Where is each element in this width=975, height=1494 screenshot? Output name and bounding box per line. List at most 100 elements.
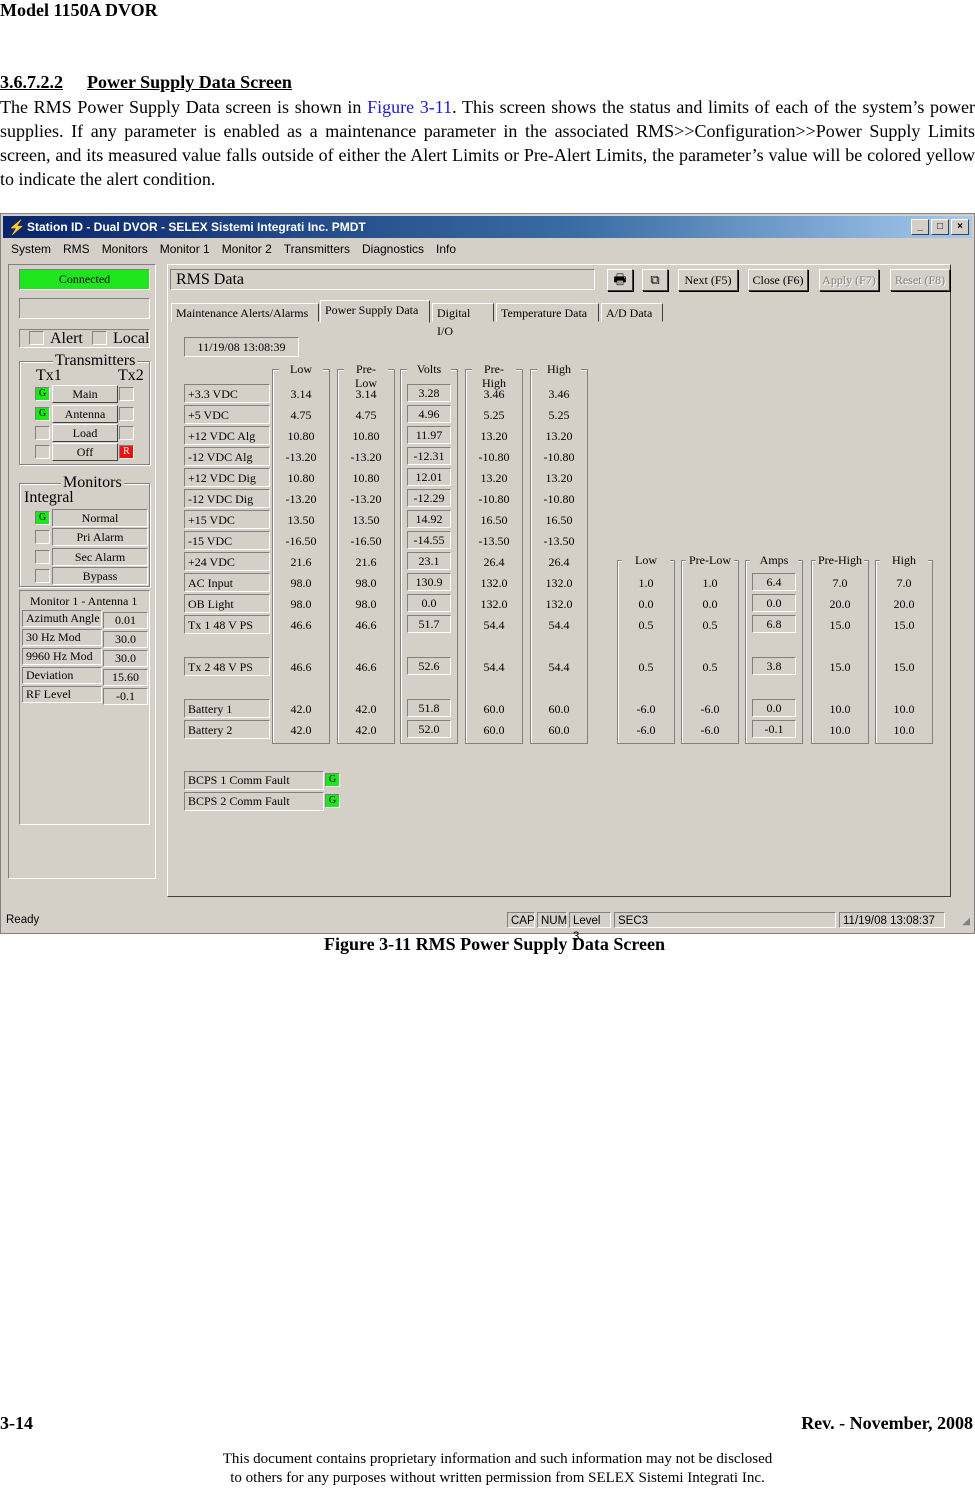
supply-row-label: +15 VDC [184, 510, 270, 529]
monitor-indicator [35, 530, 50, 544]
window-title: Station ID - Dual DVOR - SELEX Sistemi I… [27, 220, 366, 234]
amps-limit: 10.0 [829, 702, 851, 716]
printer-icon: 🖶 [613, 273, 627, 288]
bcps-fault-indicator: G [325, 794, 340, 808]
monitor-param-label: 30 Hz Mod [22, 629, 102, 646]
measured-volts: 52.6 [407, 657, 451, 675]
minimize-button[interactable]: _ [911, 219, 929, 235]
reset-button[interactable]: Reset (F8) [890, 269, 950, 291]
volts-limit: 3.14 [290, 387, 312, 401]
volts-limit: 10.80 [287, 471, 315, 485]
volts-limit: 42.0 [290, 702, 312, 716]
amps-limit: -6.0 [700, 702, 720, 716]
volts-limit: 13.20 [480, 429, 508, 443]
tx-mode-button[interactable]: Off [52, 443, 118, 461]
supply-row-label: AC Input [184, 573, 270, 592]
menu-diagnostics[interactable]: Diagnostics [356, 240, 430, 258]
transmitters-title: Transmitters [53, 352, 138, 369]
maximize-button[interactable]: □ [931, 219, 949, 235]
measured-volts: -12.29 [407, 489, 451, 507]
volts-limit: 13.50 [287, 513, 315, 527]
volts-limit: 10.80 [352, 471, 380, 485]
amps-limit: 1.0 [638, 576, 654, 590]
tab-temperature-data[interactable]: Temperature Data [496, 303, 599, 322]
amps-column-header: Low [622, 553, 670, 567]
amps-limit: -6.0 [700, 723, 720, 737]
connection-status: Connected [19, 269, 150, 290]
volts-limit: 54.4 [483, 660, 505, 674]
status-cap: CAP [507, 912, 535, 928]
volts-limit: 46.6 [290, 618, 312, 632]
amps-limit: -6.0 [636, 702, 656, 716]
tx1-indicator: G [35, 407, 50, 421]
tx1-indicator: G [35, 387, 50, 401]
supply-row-label: OB Light [184, 594, 270, 613]
revision-date: Rev. - November, 2008 [801, 1413, 973, 1433]
resize-grip-icon[interactable]: ◢ [962, 916, 970, 927]
volts-limit: -13.50 [478, 534, 510, 548]
volts-limit: -16.50 [350, 534, 382, 548]
measured-volts: 23.1 [407, 552, 451, 570]
monitor-state-label: Normal [52, 509, 148, 527]
monitor-param-value: -0.1 [103, 688, 148, 705]
menu-info[interactable]: Info [430, 240, 462, 258]
tx-mode-button[interactable]: Antenna [52, 405, 118, 423]
bcps-fault-label: BCPS 1 Comm Fault [184, 771, 324, 790]
tab-ad-data[interactable]: A/D Data [601, 303, 663, 322]
measured-volts: 51.7 [407, 615, 451, 633]
measured-amps: 0.0 [752, 594, 796, 612]
amps-limit: -6.0 [636, 723, 656, 737]
volts-limit: 132.0 [480, 576, 508, 590]
tx-mode-button[interactable]: Load [52, 424, 118, 442]
supply-row-label: +5 VDC [184, 405, 270, 424]
amps-column-header: Pre-Low [686, 553, 734, 567]
supply-row-label: -15 VDC [184, 531, 270, 550]
volts-limit: -13.20 [285, 450, 317, 464]
menu-rms[interactable]: RMS [57, 240, 96, 258]
menu-monitor-1[interactable]: Monitor 1 [154, 240, 216, 258]
measured-volts: 130.9 [407, 573, 451, 591]
menu-monitors[interactable]: Monitors [96, 240, 154, 258]
volts-limit: 3.46 [548, 387, 570, 401]
amps-limit: 0.0 [702, 597, 718, 611]
copy-button[interactable]: ⧉ [642, 269, 668, 291]
amps-limit: 20.0 [829, 597, 851, 611]
monitor-state-label: Pri Alarm [52, 528, 148, 546]
measured-volts: -14.55 [407, 531, 451, 549]
title-bar[interactable]: ⚡ Station ID - Dual DVOR - SELEX Sistemi… [3, 216, 972, 238]
tab-maintenance-alerts[interactable]: Maintenance Alerts/Alarms [171, 303, 319, 322]
menu-system[interactable]: System [5, 240, 57, 258]
close-button[interactable]: Close (F6) [748, 269, 808, 291]
supply-row-label: +12 VDC Alg [184, 426, 270, 445]
amps-limit: 0.5 [702, 618, 718, 632]
volts-limit: 5.25 [483, 408, 505, 422]
alert-label: Alert [50, 330, 83, 347]
measured-amps: 6.8 [752, 615, 796, 633]
amps-limit: 15.0 [829, 660, 851, 674]
volts-limit: 54.4 [548, 660, 570, 674]
data-timestamp: 11/19/08 13:08:39 [184, 337, 299, 357]
tx2-indicator [119, 426, 134, 440]
measured-amps: -0.1 [752, 720, 796, 738]
tab-digital-io[interactable]: Digital I/O [432, 303, 494, 338]
measured-volts: 4.96 [407, 405, 451, 423]
section-heading: Power Supply Data Screen [87, 72, 292, 92]
status-level: Level 3 [569, 912, 611, 943]
print-button[interactable]: 🖶 [607, 269, 633, 291]
figure-link[interactable]: Figure 3-11 [367, 97, 452, 117]
next-button[interactable]: Next (F5) [678, 269, 738, 291]
bcps-fault-label: BCPS 2 Comm Fault [184, 792, 324, 811]
menu-transmitters[interactable]: Transmitters [278, 240, 356, 258]
section-title: 3.6.7.2.2 Power Supply Data Screen [0, 72, 292, 93]
tx-mode-button[interactable]: Main [52, 385, 118, 403]
figure-caption: Figure 3-11 RMS Power Supply Data Screen [324, 934, 665, 954]
apply-button[interactable]: Apply (F7) [819, 269, 879, 291]
volts-limit: 4.75 [290, 408, 312, 422]
amps-limit: 0.5 [702, 660, 718, 674]
tx1-indicator [35, 445, 50, 459]
monitor-param-label: Deviation [22, 667, 102, 684]
close-window-button[interactable]: × [951, 219, 969, 235]
tab-power-supply-data[interactable]: Power Supply Data [320, 300, 430, 323]
measured-volts: 0.0 [407, 594, 451, 612]
menu-monitor-2[interactable]: Monitor 2 [216, 240, 278, 258]
